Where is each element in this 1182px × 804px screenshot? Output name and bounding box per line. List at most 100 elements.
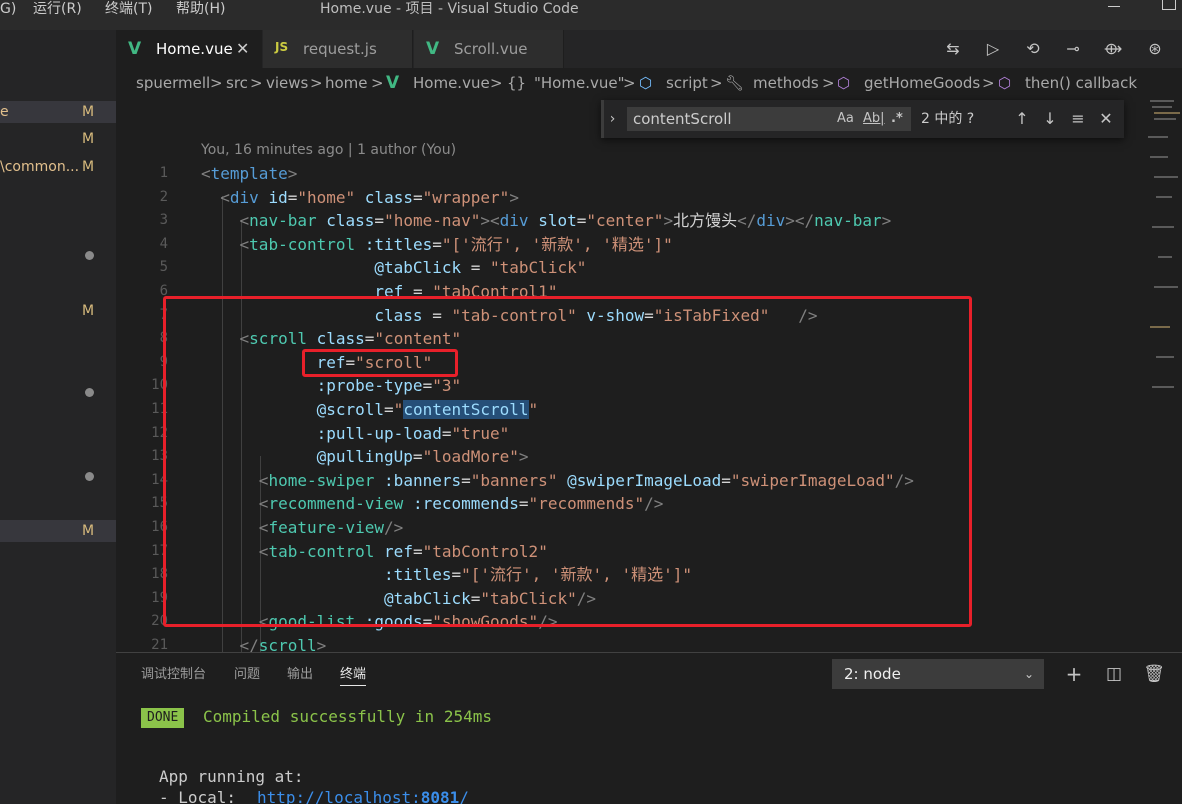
- whole-word-toggle[interactable]: Ab|: [863, 107, 885, 131]
- breadcrumb-item[interactable]: then() callback: [1025, 70, 1137, 96]
- minimap-line: [1154, 286, 1178, 288]
- next-change-icon[interactable]: ⟴: [1102, 38, 1124, 60]
- modified-badge: M: [82, 159, 95, 175]
- vue-icon: V: [426, 39, 440, 59]
- codelens-blame[interactable]: You, 16 minutes ago | 1 author (You): [201, 142, 456, 158]
- unsaved-dot-icon: [85, 388, 94, 397]
- run-icon[interactable]: ▷: [982, 38, 1004, 60]
- method-icon: ⬡: [998, 74, 1012, 92]
- minimap-line: [1150, 100, 1174, 102]
- code-editor[interactable]: You, 16 minutes ago | 1 author (You) 1 <t…: [116, 96, 1136, 652]
- breadcrumb-item[interactable]: spuermell: [136, 70, 210, 96]
- close-icon[interactable]: ✕: [236, 30, 249, 68]
- minimize-icon[interactable]: [1108, 6, 1120, 7]
- breadcrumb-item[interactable]: src: [226, 70, 248, 96]
- find-widget: › contentScroll Aa Ab| .* 2 中的 ? ↑ ↓ ≡ ✕: [601, 100, 1124, 138]
- menu-item-run[interactable]: 运行(R): [33, 0, 82, 18]
- modified-badge: M: [82, 303, 95, 319]
- breadcrumb-item[interactable]: Home.vue: [413, 70, 490, 96]
- chevron-right-icon: >: [982, 74, 995, 92]
- minimap-line: [1152, 106, 1172, 108]
- minimap-line: [1154, 112, 1180, 114]
- annotation-box: [163, 296, 972, 627]
- minimap[interactable]: [1136, 96, 1182, 652]
- find-in-selection-icon[interactable]: ≡: [1067, 107, 1089, 131]
- chevron-right-icon: >: [371, 74, 384, 92]
- breadcrumb-item[interactable]: home: [325, 70, 368, 96]
- close-icon[interactable]: ✕: [1095, 107, 1117, 131]
- menu-item-terminal[interactable]: 终端(T): [105, 0, 152, 18]
- explorer-item-label: e: [0, 104, 9, 120]
- explorer-item[interactable]: M: [0, 128, 116, 150]
- tab-output[interactable]: 输出: [287, 665, 313, 685]
- unsaved-dot-icon: [85, 251, 94, 260]
- git-lens-icon[interactable]: ⊛: [1144, 38, 1166, 60]
- trash-icon[interactable]: 🗑︎: [1143, 663, 1165, 685]
- tab-problems[interactable]: 问题: [234, 665, 260, 685]
- js-icon: JS: [275, 40, 289, 54]
- tab-terminal[interactable]: 终端: [340, 665, 367, 686]
- terminal-select[interactable]: 2: node ⌄: [832, 659, 1044, 689]
- tab-scroll-vue[interactable]: V Scroll.vue: [414, 30, 564, 68]
- wrench-icon: 🔧︎: [725, 74, 745, 92]
- breadcrumb-item[interactable]: views: [266, 70, 308, 96]
- explorer-item[interactable]: \common... M: [0, 156, 116, 178]
- annotation-box-ref-scroll: [302, 349, 458, 377]
- breadcrumb-item[interactable]: methods: [753, 70, 819, 96]
- breadcrumb-item[interactable]: getHomeGoods: [864, 70, 980, 96]
- tab-label: Scroll.vue: [454, 40, 528, 58]
- minimap-line: [1148, 136, 1168, 138]
- terminal-local-url[interactable]: http://localhost:8081/: [257, 788, 469, 804]
- tab-label: Home.vue: [156, 40, 233, 58]
- arrow-down-icon[interactable]: ↓: [1039, 107, 1061, 131]
- tab-debug-console[interactable]: 调试控制台: [141, 665, 206, 685]
- chevron-right-icon: >: [822, 74, 835, 92]
- plus-icon[interactable]: +: [1063, 663, 1085, 685]
- open-changes-icon[interactable]: ⇆: [942, 38, 964, 60]
- code-line: 3 <nav-bar class="home-nav"><div slot="c…: [159, 211, 892, 231]
- regex-toggle[interactable]: .*: [891, 107, 903, 131]
- minimap-line: [1152, 226, 1174, 228]
- chevron-right-icon[interactable]: ›: [601, 100, 621, 138]
- menu-item-go[interactable]: G): [0, 0, 16, 18]
- minimap-line: [1158, 256, 1172, 258]
- maximize-icon[interactable]: [1162, 0, 1176, 10]
- breadcrumb-item[interactable]: script: [666, 70, 708, 96]
- menu-item-help[interactable]: 帮助(H): [176, 0, 225, 18]
- tab-request-js[interactable]: JS request.js: [263, 30, 413, 68]
- explorer-item[interactable]: M: [0, 300, 116, 322]
- terminal-local-label: - Local:: [159, 788, 265, 804]
- minimap-line: [1156, 196, 1172, 198]
- chevron-right-icon: >: [490, 74, 503, 92]
- chevron-right-icon: >: [710, 74, 723, 92]
- minimap-line: [1150, 156, 1168, 158]
- editor-tab-bar: V Home.vue ✕ JS request.js V Scroll.vue …: [116, 30, 1182, 68]
- module-icon: ⬡: [639, 74, 653, 92]
- explorer-item[interactable]: M: [0, 520, 116, 542]
- minimap-line: [1154, 118, 1176, 120]
- split-terminal-icon[interactable]: ◫: [1103, 663, 1125, 685]
- chevron-right-icon: >: [250, 74, 263, 92]
- terminal-app-running: App running at:: [159, 767, 304, 786]
- match-case-toggle[interactable]: Aa: [837, 107, 854, 131]
- modified-badge: M: [82, 131, 95, 147]
- code-line: 2 <div id="home" class="wrapper">: [159, 187, 519, 207]
- tab-home-vue[interactable]: V Home.vue ✕: [116, 30, 262, 68]
- braces-icon: {}: [507, 74, 527, 92]
- terminal-select-value: 2: node: [844, 665, 901, 683]
- breadcrumb-item[interactable]: "Home.vue": [534, 70, 624, 96]
- explorer-item[interactable]: e M: [0, 101, 116, 123]
- minimap-line: [1154, 176, 1178, 178]
- go-back-icon[interactable]: ⟲: [1022, 38, 1044, 60]
- arrow-up-icon[interactable]: ↑: [1011, 107, 1033, 131]
- vue-icon: V: [386, 73, 400, 93]
- tab-label: request.js: [303, 40, 377, 58]
- terminal-compiled-line: Compiled successfully in 254ms: [203, 707, 492, 726]
- minimap-line: [1156, 356, 1174, 358]
- done-badge: DONE: [141, 708, 185, 728]
- vue-icon: V: [128, 39, 142, 59]
- breadcrumb: spuermell > src > views > home > V Home.…: [116, 70, 1182, 96]
- method-icon: ⬡: [837, 74, 851, 92]
- unsaved-dot-icon: [85, 472, 94, 481]
- previous-change-icon[interactable]: ⊸: [1062, 38, 1084, 60]
